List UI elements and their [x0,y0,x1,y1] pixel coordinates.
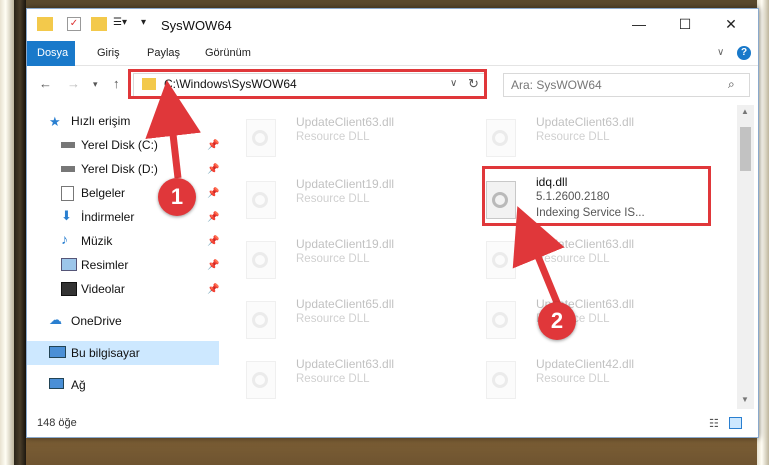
annotation-arrows [145,80,565,307]
step-badge-2: 2 [538,302,576,340]
arrow-to-address-bar [145,80,201,179]
step-badge-1: 1 [158,178,196,216]
arrow-to-idq-dll [512,206,565,307]
